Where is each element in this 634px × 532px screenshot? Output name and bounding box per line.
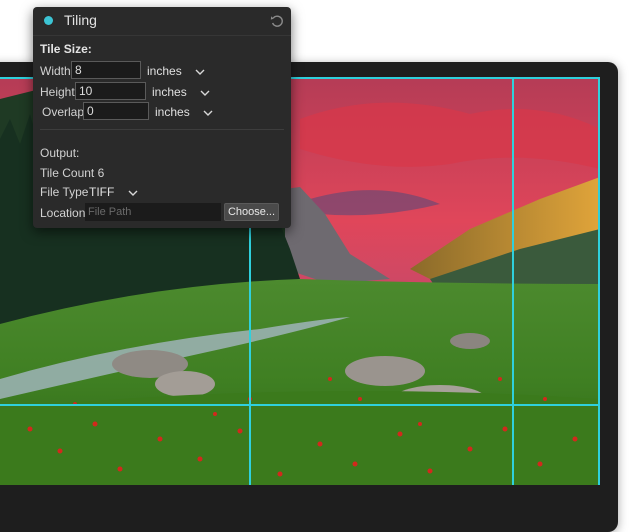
- height-input[interactable]: [75, 82, 146, 100]
- overlap-unit-label: inches: [155, 105, 190, 119]
- tiling-panel: Tiling Tile Size: Width inches Height in…: [33, 7, 291, 228]
- chevron-down-icon: [203, 109, 213, 117]
- tile-count-value: Tile Count 6: [40, 166, 104, 180]
- tile-guide-vertical-2: [512, 77, 514, 485]
- width-unit-select[interactable]: inches: [147, 64, 205, 78]
- output-label: Output:: [40, 146, 79, 160]
- height-unit-label: inches: [152, 85, 187, 99]
- panel-status-dot: [44, 16, 53, 25]
- panel-header: Tiling: [33, 7, 291, 36]
- height-unit-select[interactable]: inches: [152, 85, 210, 99]
- chevron-down-icon: [200, 89, 210, 97]
- file-type-select[interactable]: TIFF: [89, 185, 138, 199]
- file-type-label: File Type: [40, 185, 88, 199]
- canvas-bottom-bar: [0, 485, 618, 498]
- width-label: Width: [40, 64, 71, 78]
- overlap-label: Overlap: [42, 105, 84, 119]
- width-input[interactable]: [71, 61, 141, 79]
- file-type-value: TIFF: [89, 185, 114, 199]
- section-divider: [40, 129, 284, 130]
- file-path-input[interactable]: [85, 203, 221, 221]
- height-label: Height: [40, 85, 75, 99]
- tile-guide-horizontal: [0, 404, 600, 406]
- chevron-down-icon: [195, 68, 205, 76]
- location-label: Location: [40, 206, 85, 220]
- width-unit-label: inches: [147, 64, 182, 78]
- panel-title: Tiling: [64, 12, 97, 28]
- tile-guide-right: [598, 77, 600, 485]
- choose-button[interactable]: Choose...: [224, 203, 279, 221]
- overlap-input[interactable]: [83, 102, 149, 120]
- tile-size-label: Tile Size:: [40, 42, 92, 56]
- overlap-unit-select[interactable]: inches: [155, 105, 213, 119]
- chevron-down-icon: [128, 189, 138, 197]
- reset-icon[interactable]: [269, 13, 285, 29]
